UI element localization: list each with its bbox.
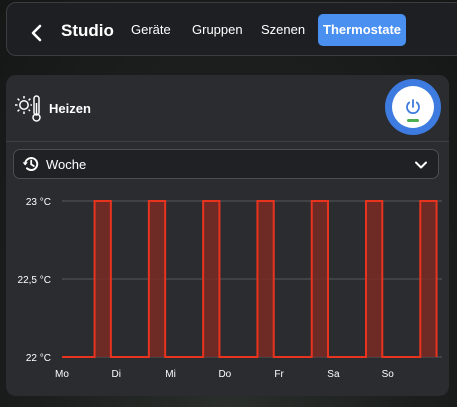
schedule-select[interactable]: Woche [13,149,439,179]
x-tick-label: Di [112,369,121,380]
page-title: Studio [61,21,114,40]
x-tick-label: Sa [327,369,340,380]
back-button[interactable] [23,19,51,47]
chevron-down-icon [415,161,427,169]
y-tick-label: 22,5 °C [18,275,51,286]
power-status-indicator [407,119,419,122]
tab-gruppen[interactable]: Gruppen [188,14,247,46]
card-header: Heizen [6,75,449,141]
thermostat-card: Heizen Woche 23 °C 22,5 °C 22 °C Mo Di Mi Do Fr… [6,75,449,396]
card-divider [6,141,449,142]
y-tick-label: 22 °C [26,353,51,364]
tab-thermostate[interactable]: Thermostate [318,14,407,46]
x-tick-label: So [382,369,395,380]
power-button[interactable] [385,79,441,135]
history-icon [22,157,39,171]
mode-label: Heizen [49,101,91,116]
heating-thermostat-icon [15,95,41,122]
y-tick-label: 23 °C [26,197,51,208]
temperature-schedule-chart: 23 °C 22,5 °C 22 °C Mo Di Mi Do Fr Sa So [18,197,442,380]
x-tick-label: Fr [274,369,284,380]
x-tick-label: Mo [55,369,69,380]
tab-szenen[interactable]: Szenen [257,14,309,46]
power-button-inner [392,86,434,128]
power-icon [406,99,420,114]
schedule-select-value: Woche [46,157,87,172]
x-tick-label: Do [218,369,231,380]
tab-geraete[interactable]: Geräte [127,14,175,46]
x-tick-label: Mi [165,369,176,380]
chevron-left-icon [31,24,42,42]
top-bar: Studio Geräte Gruppen Szenen Thermostate [6,2,457,56]
